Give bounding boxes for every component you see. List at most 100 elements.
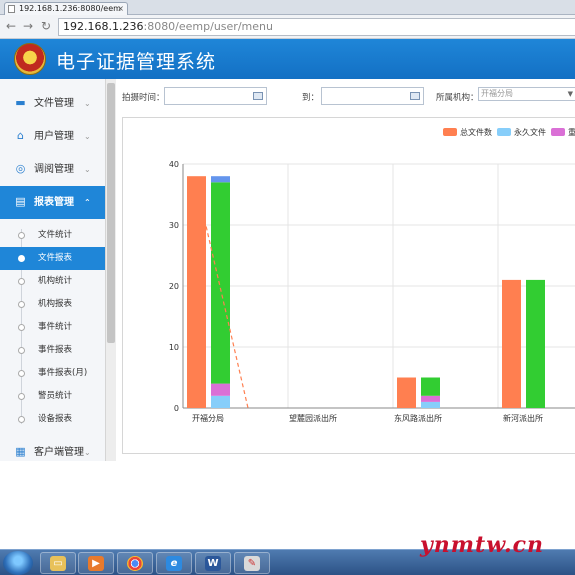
bullet-icon bbox=[18, 232, 25, 239]
bullet-icon bbox=[18, 347, 25, 354]
sidebar-item-label: 文件报表 bbox=[38, 253, 73, 263]
taskbar-word[interactable]: W bbox=[195, 552, 231, 574]
watermark: ynmtw.cn bbox=[420, 532, 544, 558]
police-emblem-icon bbox=[14, 43, 46, 75]
back-arrow-icon[interactable]: ← bbox=[4, 19, 18, 33]
sidebar-group-user[interactable]: ⌂ 用户管理 ⌄ bbox=[0, 120, 105, 153]
legend-swatch bbox=[443, 128, 457, 136]
org-select-value: 开福分局 bbox=[481, 89, 513, 98]
chevron-up-icon: ⌃ bbox=[84, 198, 91, 207]
address-bar: ← → ↻ 192.168.1.236:8080/eemp/user/menu bbox=[0, 15, 575, 39]
x-tick-label: 开福分局 bbox=[192, 414, 224, 423]
bullet-icon bbox=[18, 416, 25, 423]
sidebar-item-officer-stats[interactable]: 警员统计 bbox=[0, 385, 105, 408]
bar-segment bbox=[421, 377, 440, 396]
bullet-icon bbox=[18, 370, 25, 377]
x-tick-label: 东风路派出所 bbox=[394, 413, 442, 423]
sidebar-group-review[interactable]: ◎ 调阅管理 ⌄ bbox=[0, 153, 105, 186]
bar-segment bbox=[211, 383, 230, 396]
ie-icon: e bbox=[166, 556, 182, 571]
legend-label: 永久文件 bbox=[514, 127, 546, 137]
forward-arrow-icon[interactable]: → bbox=[21, 19, 35, 33]
close-icon[interactable]: × bbox=[117, 3, 124, 15]
sidebar-item-event-report-month[interactable]: 事件报表(月) bbox=[0, 362, 105, 385]
sidebar-group-label: 用户管理 bbox=[34, 131, 74, 142]
y-tick-label: 30 bbox=[169, 221, 179, 230]
sidebar-item-org-stats[interactable]: 机构统计 bbox=[0, 270, 105, 293]
reload-icon[interactable]: ↻ bbox=[39, 19, 53, 33]
taskbar-chrome[interactable] bbox=[117, 552, 153, 574]
review-icon: ◎ bbox=[15, 162, 26, 175]
taskbar-paint[interactable]: ✎ bbox=[234, 552, 270, 574]
chrome-icon bbox=[127, 556, 143, 571]
sidebar-group-label: 客户端管理 bbox=[34, 447, 84, 458]
sidebar-item-label: 事件报表 bbox=[38, 345, 73, 355]
scrollbar-thumb[interactable] bbox=[107, 83, 115, 343]
client-icon: ▦ bbox=[15, 445, 26, 458]
sidebar-group-file[interactable]: ▬ 文件管理 ⌄ bbox=[0, 87, 105, 120]
time-label: 拍摄时间： bbox=[122, 93, 165, 103]
taskbar-media[interactable]: ▶ bbox=[78, 552, 114, 574]
chevron-down-icon: ⌄ bbox=[84, 448, 91, 457]
media-icon: ▶ bbox=[88, 556, 104, 571]
tab-title: 192.168.1.236:8080/eem bbox=[19, 4, 121, 13]
sidebar-group-client[interactable]: ▦ 客户端管理 ⌄ bbox=[0, 436, 105, 461]
taskbar-ie[interactable]: e bbox=[156, 552, 192, 574]
bullet-icon bbox=[18, 324, 25, 331]
sidebar-group-label: 报表管理 bbox=[34, 197, 74, 208]
sidebar-item-label: 警员统计 bbox=[38, 391, 73, 401]
to-label: 到： bbox=[302, 93, 320, 103]
sidebar-item-label: 设备报表 bbox=[38, 414, 73, 424]
sidebar-item-org-report[interactable]: 机构报表 bbox=[0, 293, 105, 316]
chart-panel: 0 10 20 30 40 开福分局 望麓园派出所 东风路派出所 新河派出所 总文件数 永久文件 重 bbox=[122, 117, 575, 454]
bar-segment bbox=[421, 401, 440, 408]
sidebar-item-device-report[interactable]: 设备报表 bbox=[0, 408, 105, 431]
folder-icon: ▬ bbox=[15, 96, 26, 109]
legend-label: 重 bbox=[568, 127, 575, 137]
word-icon: W bbox=[205, 556, 221, 571]
start-date-input[interactable] bbox=[164, 87, 267, 105]
chevron-down-icon: ⌄ bbox=[84, 99, 91, 108]
sidebar-item-file-stats[interactable]: 文件统计 bbox=[0, 224, 105, 247]
org-label: 所属机构： bbox=[436, 93, 479, 103]
paint-icon: ✎ bbox=[244, 556, 260, 571]
bar bbox=[397, 377, 416, 408]
bar-segment bbox=[421, 395, 440, 402]
sidebar-item-file-report[interactable]: 文件报表 bbox=[0, 247, 105, 270]
sidebar-item-label: 事件统计 bbox=[38, 322, 73, 332]
url-host: 192.168.1.236 bbox=[63, 20, 144, 33]
building-icon: ⌂ bbox=[17, 129, 24, 142]
legend-label: 总文件数 bbox=[460, 127, 492, 137]
bar-segment bbox=[211, 176, 230, 183]
url-input[interactable]: 192.168.1.236:8080/eemp/user/menu bbox=[58, 18, 575, 36]
y-tick-label: 20 bbox=[169, 282, 179, 291]
sidebar-group-label: 调阅管理 bbox=[34, 164, 74, 175]
chevron-down-icon: ▼ bbox=[567, 90, 573, 98]
start-button[interactable] bbox=[3, 551, 33, 575]
bar-chart: 0 10 20 30 40 开福分局 望麓园派出所 东风路派出所 新河派出所 总文件数 永久文件 重 bbox=[169, 127, 575, 423]
explorer-icon: ▭ bbox=[50, 556, 66, 571]
x-tick-label: 新河派出所 bbox=[503, 413, 543, 423]
chevron-down-icon: ⌄ bbox=[84, 132, 91, 141]
taskbar-explorer[interactable]: ▭ bbox=[40, 552, 76, 574]
sidebar-group-report[interactable]: ▤ 报表管理 ⌃ bbox=[0, 186, 105, 219]
bullet-icon bbox=[18, 278, 25, 285]
y-tick-label: 0 bbox=[174, 404, 179, 413]
end-date-input[interactable] bbox=[321, 87, 424, 105]
report-icon: ▤ bbox=[15, 195, 26, 208]
bullet-icon bbox=[18, 255, 25, 262]
org-select[interactable]: 开福分局 ▼ bbox=[478, 87, 575, 101]
sidebar-scrollbar[interactable] bbox=[105, 79, 116, 461]
calendar-icon[interactable] bbox=[410, 92, 420, 100]
page-icon bbox=[8, 5, 15, 13]
browser-tab[interactable]: 192.168.1.236:8080/eem × bbox=[4, 2, 128, 15]
calendar-icon[interactable] bbox=[253, 92, 263, 100]
bar-segment bbox=[211, 182, 230, 384]
sidebar-item-event-report[interactable]: 事件报表 bbox=[0, 339, 105, 362]
sidebar-item-event-stats[interactable]: 事件统计 bbox=[0, 316, 105, 339]
sidebar: ▬ 文件管理 ⌄ ⌂ 用户管理 ⌄ ◎ 调阅管理 ⌄ ▤ 报表管理 ⌃ 文件统计… bbox=[0, 79, 116, 461]
sidebar-item-label: 文件统计 bbox=[38, 230, 73, 240]
x-tick-label: 望麓园派出所 bbox=[289, 413, 337, 423]
y-tick-label: 10 bbox=[169, 343, 179, 352]
browser-tab-bar: 192.168.1.236:8080/eem × bbox=[0, 0, 575, 15]
